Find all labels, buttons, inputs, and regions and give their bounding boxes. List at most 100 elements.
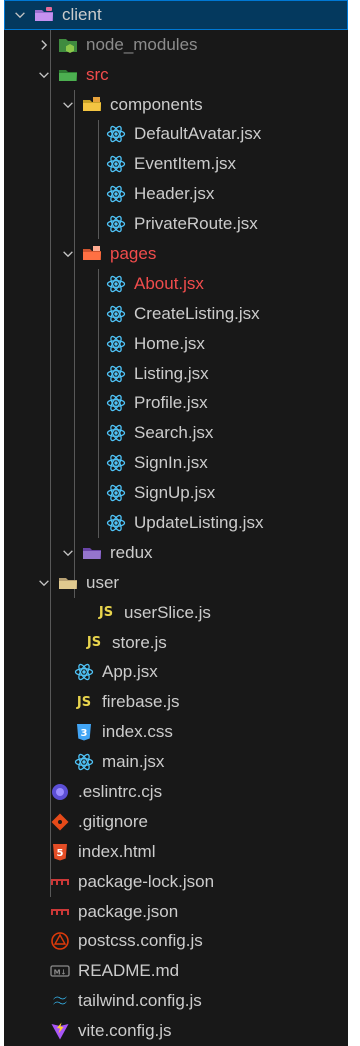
react-icon xyxy=(74,752,94,772)
tailwind-icon xyxy=(50,991,70,1011)
tree-item-file[interactable]: .eslintrc.cjs xyxy=(4,777,348,807)
tree-item-label: Listing.jsx xyxy=(134,363,209,383)
npm-icon xyxy=(50,872,70,892)
pages-folder-icon xyxy=(82,244,102,264)
tree-item-label: firebase.js xyxy=(102,692,180,712)
node-folder-icon xyxy=(58,35,78,55)
tree-item-node-modules[interactable]: node_modules xyxy=(4,30,348,60)
tree-item-file[interactable]: About.jsx xyxy=(4,269,348,299)
react-icon xyxy=(106,423,126,443)
tree-item-file[interactable]: package.json xyxy=(4,897,348,927)
tree-item-file[interactable]: vite.config.js xyxy=(4,1016,348,1046)
components-folder-icon xyxy=(82,95,102,115)
tree-item-redux[interactable]: redux xyxy=(4,538,348,568)
chevron-down-icon[interactable] xyxy=(60,545,76,561)
tree-item-file[interactable]: .gitignore xyxy=(4,807,348,837)
tree-item-label: pages xyxy=(110,244,157,264)
tree-item-file[interactable]: SignUp.jsx xyxy=(4,478,348,508)
tree-item-file[interactable]: CreateListing.jsx xyxy=(4,299,348,329)
tree-item-label: About.jsx xyxy=(134,273,204,293)
file-explorer: client node_modules src components Defau… xyxy=(4,0,348,1046)
chevron-down-icon[interactable] xyxy=(12,7,28,23)
react-icon xyxy=(106,214,126,234)
svg-text:M↓: M↓ xyxy=(54,969,67,977)
markdown-icon: M↓ xyxy=(50,961,70,981)
html-icon: 5 xyxy=(50,842,70,862)
tree-item-label: user xyxy=(86,572,120,592)
javascript-icon: JS xyxy=(86,635,102,651)
tree-item-label: client xyxy=(62,4,102,24)
react-icon xyxy=(106,274,126,294)
git-icon xyxy=(50,812,70,832)
tree-item-label: DefaultAvatar.jsx xyxy=(134,124,262,144)
src-folder-icon xyxy=(58,65,78,85)
tree-item-label: Home.jsx xyxy=(134,333,205,353)
react-icon xyxy=(106,453,126,473)
tree-item-client[interactable]: client xyxy=(4,0,348,30)
tree-item-file[interactable]: PrivateRoute.jsx xyxy=(4,209,348,239)
redux-folder-icon xyxy=(82,543,102,563)
tree-item-user[interactable]: user xyxy=(4,568,348,598)
tree-item-label: Profile.jsx xyxy=(134,393,208,413)
tree-item-label: postcss.config.js xyxy=(78,931,203,951)
tree-item-label: Search.jsx xyxy=(134,423,214,443)
folder-open-icon xyxy=(58,573,78,593)
chevron-down-icon[interactable] xyxy=(60,246,76,262)
react-icon xyxy=(106,364,126,384)
chevron-right-icon[interactable] xyxy=(36,37,52,53)
chevron-down-icon[interactable] xyxy=(60,97,76,113)
tree-item-file[interactable]: DefaultAvatar.jsx xyxy=(4,120,348,150)
css-icon: 3 xyxy=(74,722,94,742)
tree-item-label: vite.config.js xyxy=(78,1021,172,1041)
tree-item-file[interactable]: tailwind.config.js xyxy=(4,986,348,1016)
tree-item-src[interactable]: src xyxy=(4,60,348,90)
tree-item-file[interactable]: Listing.jsx xyxy=(4,359,348,389)
tree-item-label: .gitignore xyxy=(78,811,148,831)
react-icon xyxy=(106,513,126,533)
tree-item-label: App.jsx xyxy=(102,662,158,682)
tree-item-label: main.jsx xyxy=(102,752,165,772)
tree-item-label: index.html xyxy=(78,841,156,861)
tree-item-file[interactable]: 3 index.css xyxy=(4,717,348,747)
react-icon xyxy=(106,124,126,144)
tree-item-file[interactable]: JS store.js xyxy=(4,628,348,658)
tree-item-components[interactable]: components xyxy=(4,90,348,120)
tree-item-label: store.js xyxy=(112,632,167,652)
tree-item-file[interactable]: 5 index.html xyxy=(4,837,348,867)
tree-item-file[interactable]: UpdateListing.jsx xyxy=(4,508,348,538)
tree-item-pages[interactable]: pages xyxy=(4,239,348,269)
tree-item-file[interactable]: Header.jsx xyxy=(4,179,348,209)
tree-item-label: package-lock.json xyxy=(78,871,215,891)
react-icon xyxy=(106,154,126,174)
tree-item-file[interactable]: package-lock.json xyxy=(4,867,348,897)
tree-item-file[interactable]: SignIn.jsx xyxy=(4,448,348,478)
react-icon xyxy=(106,334,126,354)
javascript-icon: JS xyxy=(98,605,114,621)
tree-item-file[interactable]: Search.jsx xyxy=(4,418,348,448)
tree-item-file[interactable]: JS firebase.js xyxy=(4,687,348,717)
tree-item-file[interactable]: App.jsx xyxy=(4,657,348,687)
tree-item-file[interactable]: M↓ README.md xyxy=(4,956,348,986)
react-icon xyxy=(106,393,126,413)
tree-item-label: EventItem.jsx xyxy=(134,154,237,174)
tree-item-label: SignUp.jsx xyxy=(134,483,216,503)
tree-item-file[interactable]: Home.jsx xyxy=(4,329,348,359)
tree-item-file[interactable]: Profile.jsx xyxy=(4,389,348,419)
chevron-down-icon[interactable] xyxy=(36,575,52,591)
tree-item-file[interactable]: EventItem.jsx xyxy=(4,149,348,179)
svg-text:3: 3 xyxy=(81,728,88,739)
react-icon xyxy=(106,304,126,324)
tree-item-label: package.json xyxy=(78,901,179,921)
tree-item-file[interactable]: main.jsx xyxy=(4,747,348,777)
tree-item-label: node_modules xyxy=(86,34,198,54)
eslint-icon xyxy=(50,782,70,802)
tree-item-label: tailwind.config.js xyxy=(78,991,202,1011)
chevron-down-icon[interactable] xyxy=(36,67,52,83)
tree-item-file[interactable]: JS userSlice.js xyxy=(4,598,348,628)
tree-item-label: CreateListing.jsx xyxy=(134,303,260,323)
tree-item-label: userSlice.js xyxy=(124,602,211,622)
react-icon xyxy=(106,483,126,503)
tree-item-file[interactable]: postcss.config.js xyxy=(4,926,348,956)
tree-item-label: PrivateRoute.jsx xyxy=(134,214,258,234)
javascript-icon: JS xyxy=(76,694,92,710)
